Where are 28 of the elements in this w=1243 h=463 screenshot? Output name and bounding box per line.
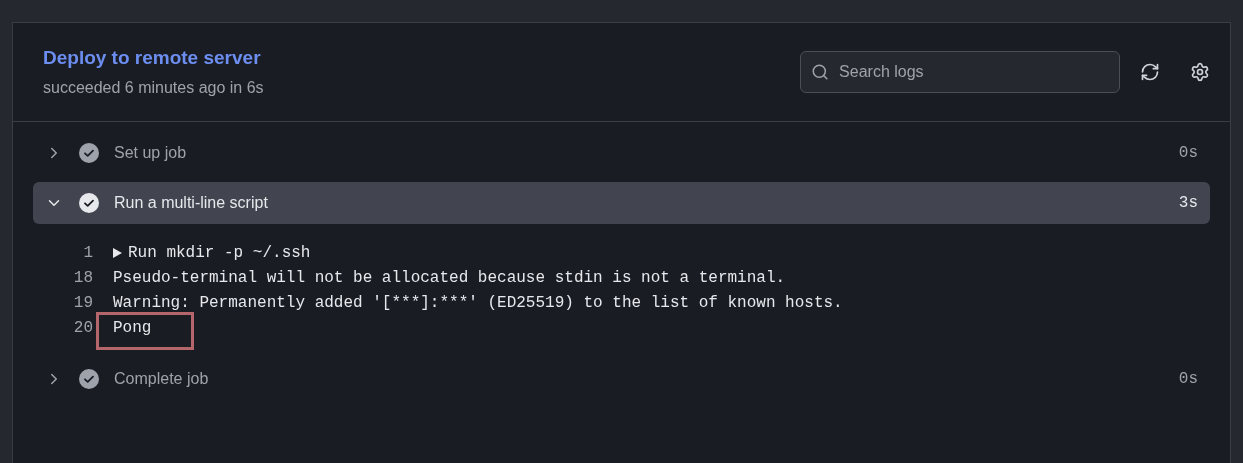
search-input[interactable]: Search logs (839, 60, 1109, 84)
step-duration: 0s (1178, 143, 1198, 164)
job-title[interactable]: Deploy to remote server (43, 43, 264, 73)
line-number: 1 (82, 242, 94, 264)
step-name: Complete job (114, 369, 209, 389)
line-number: 19 (72, 292, 94, 314)
log-text: Warning: Permanently added '[***]:***' (ED25519) to the list of known hosts. (113, 292, 843, 314)
log-text: Run mkdir -p ~/.ssh (128, 242, 311, 264)
step-name: Set up job (114, 143, 187, 163)
step-duration: 0s (1178, 369, 1198, 390)
line-number: 18 (72, 267, 94, 289)
step-duration: 3s (1178, 193, 1198, 214)
log-text: Pseudo-terminal will not be allocated because stdin is not a terminal. (113, 267, 786, 289)
line-number: 20 (72, 317, 94, 339)
step-row[interactable]: Set up job 0s (33, 132, 1210, 174)
refresh-icon[interactable] (1140, 62, 1160, 82)
search-field[interactable]: Search logs (800, 51, 1120, 93)
step-row[interactable]: Complete job 0s (33, 358, 1210, 400)
check-circle-icon (79, 143, 99, 163)
step-row[interactable]: Run a multi-line script 3s (33, 182, 1210, 224)
check-circle-icon (79, 369, 99, 389)
step-name: Run a multi-line script (114, 193, 268, 213)
check-circle-icon (79, 193, 99, 213)
job-status: succeeded 6 minutes ago in 6s (43, 78, 264, 99)
search-icon (811, 62, 830, 82)
expand-triangle-icon[interactable] (113, 247, 122, 258)
settings-icon[interactable] (1190, 62, 1210, 82)
log-text: Pong (113, 317, 152, 339)
